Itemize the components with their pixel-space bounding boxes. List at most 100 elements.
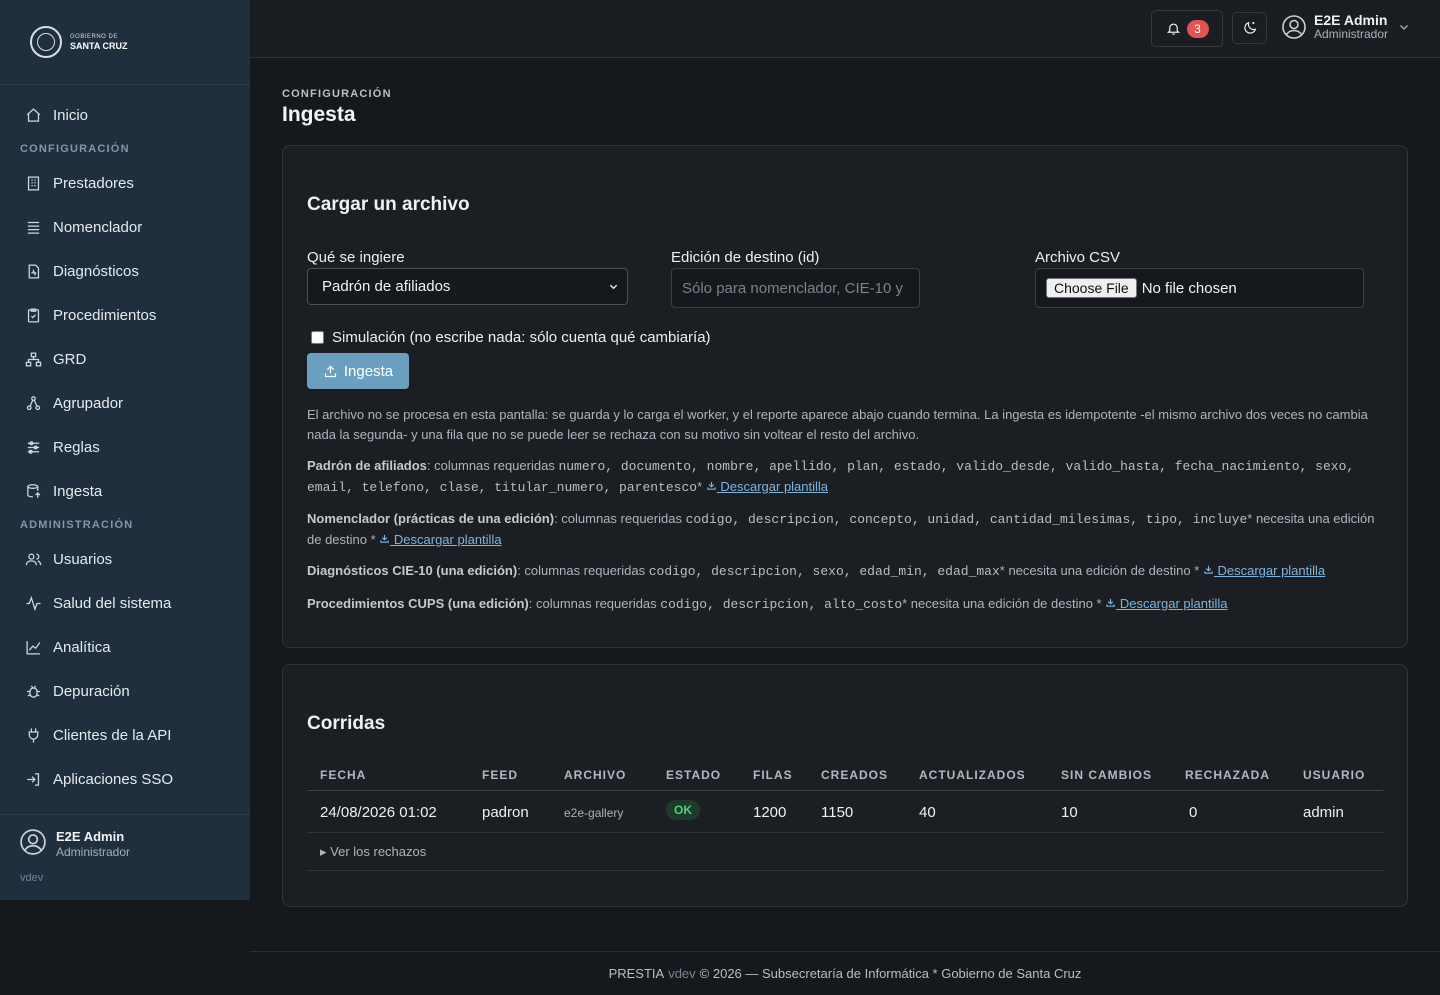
sidebar-item-label: Diagnósticos bbox=[53, 262, 139, 280]
help-feed-name: Diagnósticos CIE-10 (una edición) bbox=[307, 563, 518, 578]
column-header: SIN CAMBIOS bbox=[1061, 768, 1153, 782]
csv-file-input[interactable]: Choose File No file chosen bbox=[1035, 268, 1364, 308]
sidebar-item-label: Analítica bbox=[53, 638, 111, 656]
download-icon bbox=[380, 534, 390, 543]
sidebar-item-depuracion[interactable]: Depuración bbox=[0, 669, 250, 713]
runs-table: FECHA FEED ARCHIVO ESTADO FILAS CREADOS … bbox=[307, 757, 1383, 871]
sidebar-item-sso[interactable]: Aplicaciones SSO bbox=[0, 757, 250, 801]
sidebar-user-name: E2E Admin bbox=[56, 829, 125, 844]
sidebar-item-inicio[interactable]: Inicio bbox=[0, 93, 250, 137]
bug-icon bbox=[24, 682, 42, 700]
sidebar-item-label: GRD bbox=[53, 350, 87, 368]
rejects-toggle[interactable]: ▸ Ver los rechazos bbox=[320, 844, 426, 860]
sidebar-item-grd[interactable]: GRD bbox=[0, 337, 250, 381]
user-menu[interactable]: E2E Admin Administrador bbox=[1282, 13, 1410, 40]
seal-icon bbox=[30, 26, 62, 58]
list-icon bbox=[24, 218, 42, 236]
download-icon bbox=[1204, 565, 1213, 574]
ingest-button-label: Ingesta bbox=[343, 362, 394, 380]
file-medical-icon bbox=[24, 262, 42, 280]
download-template-link-nomenclador[interactable]: Descargar plantilla bbox=[379, 532, 502, 547]
sidebar-item-salud[interactable]: Salud del sistema bbox=[0, 581, 250, 625]
sidebar-item-label: Procedimientos bbox=[53, 306, 157, 324]
table-row[interactable]: 24/08/2026 01:02 padron e2e-gallery OK 1… bbox=[307, 791, 1383, 833]
ingest-button[interactable]: Ingesta bbox=[307, 353, 409, 389]
help-feed-prefix: : columnas requeridas bbox=[528, 596, 661, 611]
bell-icon bbox=[1166, 23, 1180, 35]
help-feed-prefix: : columnas requeridas bbox=[517, 563, 649, 578]
sidebar-item-label: Prestadores bbox=[53, 174, 134, 192]
sidebar-user[interactable]: E2E Admin Administrador bbox=[0, 814, 250, 860]
theme-toggle-button[interactable] bbox=[1232, 12, 1267, 44]
runs-card: Corridas FECHA FEED ARCHIVO ESTADO FILAS… bbox=[282, 664, 1408, 907]
cell-filas: 1200 bbox=[753, 804, 787, 821]
chart-line-icon bbox=[24, 638, 42, 656]
cell-creados: 1150 bbox=[821, 804, 854, 821]
sidebar-item-usuarios[interactable]: Usuarios bbox=[0, 537, 250, 581]
upload-card-title: Cargar un archivo bbox=[307, 194, 470, 215]
sidebar-item-label: Inicio bbox=[53, 106, 89, 124]
status-badge: OK bbox=[666, 800, 700, 820]
simulation-label: Simulación (no escribe nada: sólo cuenta… bbox=[332, 329, 711, 346]
sidebar-item-label: Nomenclador bbox=[53, 218, 143, 236]
footer: PRESTIA vdev © 2026 — Subsecretaría de I… bbox=[250, 951, 1440, 995]
download-icon bbox=[1106, 598, 1115, 607]
edition-input[interactable]: Sólo para nomenclador, CIE-10 y bbox=[671, 268, 920, 308]
sidebar-item-agrupador[interactable]: Agrupador bbox=[0, 381, 250, 425]
sidebar-nav: Inicio CONFIGURACIÓN Prestadores Nomencl… bbox=[0, 85, 250, 801]
page-title: Ingesta bbox=[282, 103, 356, 126]
sidebar-item-prestadores[interactable]: Prestadores bbox=[0, 161, 250, 205]
sidebar-item-reglas[interactable]: Reglas bbox=[0, 425, 250, 469]
download-template-link-cups[interactable]: Descargar plantilla bbox=[1105, 596, 1228, 611]
cell-actualizados: 40 bbox=[919, 804, 936, 821]
file-label: Archivo CSV bbox=[1035, 249, 1121, 266]
download-template-link-padron[interactable]: Descargar plantilla bbox=[706, 479, 828, 494]
download-link-label: Descargar plantilla bbox=[716, 479, 829, 494]
sidebar-section-admin: ADMINISTRACIÓN bbox=[20, 519, 134, 531]
sidebar-item-ingesta[interactable]: Ingesta bbox=[0, 469, 250, 513]
help-feed-suffix: * bbox=[697, 479, 706, 494]
sidebar-item-procedimientos[interactable]: Procedimientos bbox=[0, 293, 250, 337]
sidebar-item-label: Usuarios bbox=[53, 550, 113, 568]
clipboard-check-icon bbox=[24, 306, 42, 324]
footer-version: vdev bbox=[668, 966, 696, 981]
help-feed-cups: Procedimientos CUPS (una edición): colum… bbox=[307, 594, 1387, 615]
login-icon bbox=[24, 770, 42, 788]
brand-line2: SANTA CRUZ bbox=[70, 40, 128, 51]
help-feed-columns: codigo, descripcion, alto_costo bbox=[660, 597, 903, 612]
download-link-label: Descargar plantilla bbox=[390, 532, 502, 547]
version-label: vdev bbox=[20, 872, 44, 884]
network-icon bbox=[24, 394, 42, 412]
simulation-checkbox[interactable] bbox=[311, 331, 324, 344]
sidebar-item-label: Aplicaciones SSO bbox=[53, 770, 174, 788]
help-feed-padron: Padrón de afiliados: columnas requeridas… bbox=[307, 456, 1387, 498]
sidebar-item-nomenclador[interactable]: Nomenclador bbox=[0, 205, 250, 249]
download-template-link-cie10[interactable]: Descargar plantilla bbox=[1203, 563, 1325, 578]
sidebar-item-analitica[interactable]: Analítica bbox=[0, 625, 250, 669]
cell-rechazada: 0 bbox=[1189, 804, 1198, 821]
column-header: FILAS bbox=[753, 768, 793, 782]
help-feed-suffix: * necesita una edición de destino * bbox=[902, 596, 1106, 611]
brand-logo[interactable]: GOBIERNO DE SANTA CRUZ bbox=[0, 0, 250, 85]
avatar-icon bbox=[20, 829, 46, 855]
cell-feed: padron bbox=[482, 804, 529, 821]
sidebar-item-label: Salud del sistema bbox=[53, 594, 172, 612]
feed-select[interactable]: Padrón de afiliados bbox=[307, 268, 628, 305]
notifications-badge: 3 bbox=[1186, 19, 1209, 38]
choose-file-button[interactable]: Choose File bbox=[1046, 278, 1137, 298]
building-icon bbox=[24, 174, 42, 192]
download-link-label: Descargar plantilla bbox=[1213, 563, 1326, 578]
sidebar-item-clientes-api[interactable]: Clientes de la API bbox=[0, 713, 250, 757]
simulation-option[interactable]: Simulación (no escribe nada: sólo cuenta… bbox=[311, 329, 711, 346]
sidebar-item-label: Depuración bbox=[53, 682, 130, 700]
cell-fecha: 24/08/2026 01:02 bbox=[320, 804, 437, 821]
plug-icon bbox=[24, 726, 42, 744]
sidebar-item-diagnosticos[interactable]: Diagnósticos bbox=[0, 249, 250, 293]
user-role: Administrador bbox=[1314, 26, 1389, 41]
help-feed-prefix: : columnas requeridas bbox=[554, 511, 686, 526]
notifications-button[interactable]: 3 bbox=[1151, 10, 1223, 47]
help-feed-name: Nomenclador (prácticas de una edición) bbox=[307, 511, 555, 526]
column-header: ARCHIVO bbox=[564, 768, 627, 782]
upload-icon bbox=[324, 365, 337, 377]
column-header: FEED bbox=[482, 768, 519, 782]
